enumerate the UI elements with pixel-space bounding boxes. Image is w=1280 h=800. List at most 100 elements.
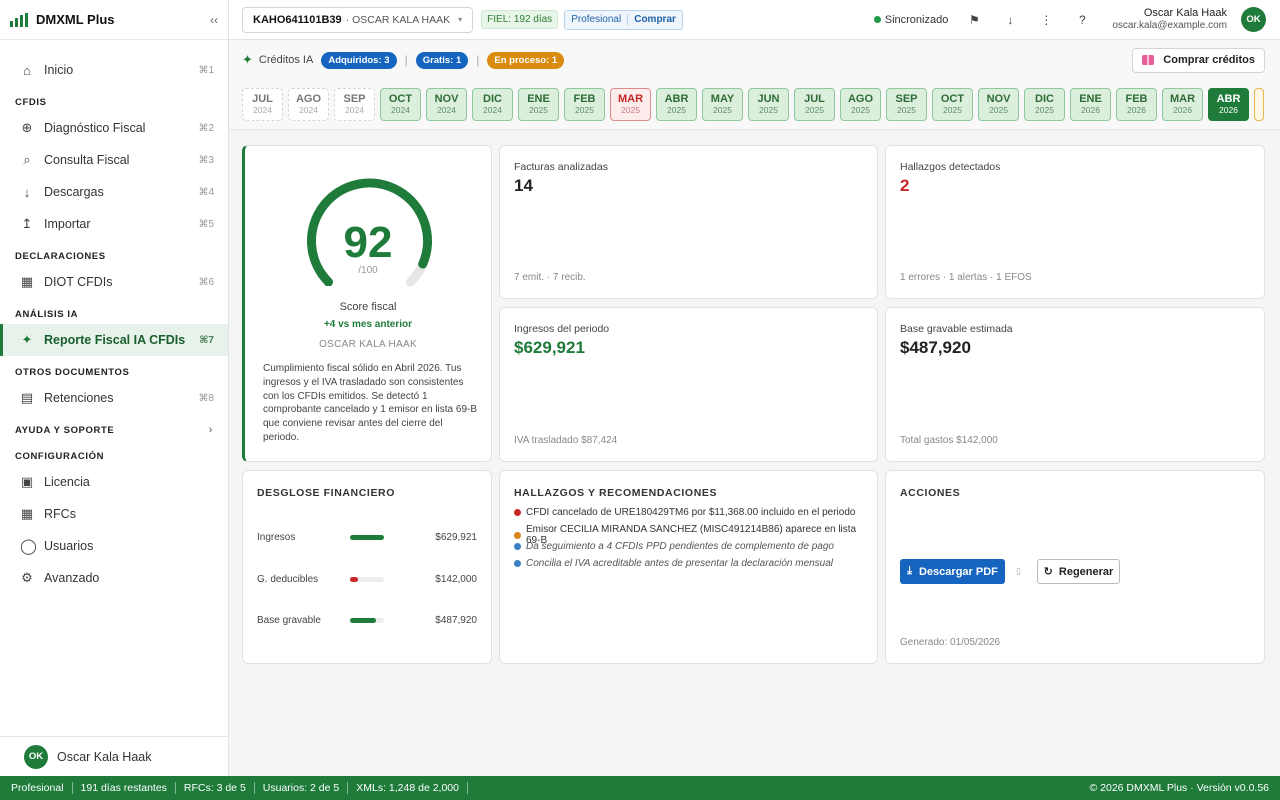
sidebar-item-importar[interactable]: ↥ Importar ⌘5: [0, 208, 228, 240]
avatar: OK: [1241, 7, 1266, 32]
download-pdf-button[interactable]: ⤓ Descargar PDF: [900, 559, 1005, 584]
plan-buy-link[interactable]: Comprar: [627, 14, 682, 25]
stat-title: Hallazgos detectados: [900, 161, 1001, 173]
sidebar-section-title: DECLARACIONES: [0, 246, 228, 266]
month-chip[interactable]: ENE 2025: [518, 88, 559, 121]
month-chip-next[interactable]: [1254, 88, 1264, 121]
month-label: SEP: [895, 93, 918, 106]
flag-icon[interactable]: ⚑: [956, 13, 992, 27]
month-chip[interactable]: ABR 2026: [1208, 88, 1249, 121]
month-label: FEB: [1125, 93, 1148, 106]
regenerate-button[interactable]: ↻ Regenerar: [1037, 559, 1120, 584]
month-chip[interactable]: ABR 2025: [656, 88, 697, 121]
status-rfcs: RFCs: 3 de 5: [176, 782, 255, 794]
sync-label: Sincronizado: [884, 13, 949, 26]
month-label: OCT: [940, 93, 965, 106]
sidebar-item-avanzado[interactable]: ⚙ Avanzado: [0, 562, 228, 594]
chevron-down-icon: ▾: [458, 15, 463, 24]
month-chip[interactable]: JUL 2025: [794, 88, 835, 121]
buy-credits-button[interactable]: Comprar créditos: [1132, 47, 1265, 73]
user-avatar[interactable]: OK: [1241, 7, 1266, 32]
month-label: OCT: [388, 93, 413, 106]
shortcut-hint: ⌘5: [198, 218, 214, 230]
grid-icon: ▦: [20, 274, 34, 289]
month-chip[interactable]: JUL 2024: [242, 88, 283, 121]
section-label: OTROS DOCUMENTOS: [15, 366, 130, 378]
breakdown-row: Base gravable $487,920: [257, 613, 477, 627]
sidebar-item-licencia[interactable]: ▣ Licencia: [0, 466, 228, 498]
month-year: 2024: [253, 105, 272, 116]
sidebar-item-retenciones[interactable]: ▤ Retenciones ⌘8: [0, 382, 228, 414]
month-year: 2025: [529, 105, 548, 116]
sidebar-item-descargas[interactable]: ↓ Descargas ⌘4: [0, 176, 228, 208]
sidebar-section-title[interactable]: AYUDA Y SOPORTE ›: [0, 420, 228, 440]
status-version: © 2026 DMXML Plus · Versión v0.0.56: [1089, 782, 1269, 794]
sidebar-item-consulta-fiscal[interactable]: ⌕ Consulta Fiscal ⌘3: [0, 144, 228, 176]
stat-foot: 1 errores · 1 alertas · 1 EFOS: [900, 272, 1032, 283]
month-chip[interactable]: FEB 2026: [1116, 88, 1157, 121]
month-chip[interactable]: NOV 2025: [978, 88, 1019, 121]
sidebar-item-label: Importar: [44, 217, 91, 231]
month-chip[interactable]: FEB 2025: [564, 88, 605, 121]
fiel-badge: FIEL: 192 días: [481, 10, 559, 29]
sidebar-item-diot-cfdis[interactable]: ▦ DIOT CFDIs ⌘6: [0, 266, 228, 298]
month-chip[interactable]: OCT 2025: [932, 88, 973, 121]
stat-hallazgos: Hallazgos detectados 2 1 errores · 1 ale…: [885, 145, 1265, 299]
sidebar-item-label: Descargas: [44, 185, 104, 199]
month-chip[interactable]: DIC 2025: [1024, 88, 1065, 121]
sidebar-item-label: Usuarios: [44, 539, 94, 553]
collapse-sidebar-icon[interactable]: ‹‹: [210, 13, 218, 27]
month-chip[interactable]: JUN 2025: [748, 88, 789, 121]
breakdown-row: Ingresos $629,921: [257, 530, 477, 544]
chevron-right-icon: ›: [208, 424, 213, 436]
month-year: 2024: [299, 105, 318, 116]
sidebar-item-rfcs[interactable]: ▦ RFCs: [0, 498, 228, 530]
plan-name: Profesional: [571, 14, 622, 25]
month-label: DIC: [1035, 93, 1054, 106]
help-icon[interactable]: ?: [1064, 13, 1100, 27]
month-chip[interactable]: MAY 2025: [702, 88, 743, 121]
more-icon[interactable]: ⋮: [1028, 13, 1064, 27]
sidebar-item-inicio[interactable]: ⌂ Inicio ⌘1: [0, 54, 228, 86]
month-chip[interactable]: SEP 2024: [334, 88, 375, 121]
month-year: 2026: [1081, 105, 1100, 116]
refresh-icon: ↻: [1043, 566, 1053, 578]
breakdown-card: DESGLOSE FINANCIERO Ingresos $629,921 G. d…: [242, 470, 492, 664]
findings-title: HALLAZGOS Y RECOMENDACIONES: [514, 487, 718, 499]
breakdown-amount: $142,000: [435, 573, 477, 585]
divider: |: [404, 53, 408, 67]
section-label: DECLARACIONES: [15, 250, 106, 262]
month-chip[interactable]: AGO 2024: [288, 88, 329, 121]
download-icon[interactable]: ↓: [992, 13, 1028, 27]
rfc-selector[interactable]: KAHO641101B39 · OSCAR KALA HAAK ▾: [242, 6, 474, 33]
sidebar-item-usuarios[interactable]: ◯ Usuarios: [0, 530, 228, 562]
sidebar-item-label: Inicio: [44, 63, 74, 77]
sidebar-item-label: Reporte Fiscal IA CFDIs: [44, 333, 186, 347]
sidebar-item-reporte-fiscal-ia-cfdis[interactable]: ✦ Reporte Fiscal IA CFDIs ⌘7: [0, 324, 228, 356]
breakdown-label: Ingresos: [257, 531, 296, 543]
breakdown-bar-fill: [350, 534, 384, 540]
sidebar-user-name: Oscar Kala Haak: [57, 749, 152, 764]
stat-title: Facturas analizadas: [514, 161, 608, 173]
month-chip[interactable]: DIC 2024: [472, 88, 513, 121]
user-info[interactable]: Oscar Kala Haak oscar.kala@example.com: [1112, 7, 1227, 31]
month-label: JUL: [252, 93, 273, 106]
month-chip[interactable]: SEP 2025: [886, 88, 927, 121]
month-chip[interactable]: AGO 2025: [840, 88, 881, 121]
score-delta: +4 vs mes anterior: [323, 319, 413, 330]
sidebar-item-diagn-stico-fiscal[interactable]: ⊕ Diagnóstico Fiscal ⌘2: [0, 112, 228, 144]
month-chip[interactable]: ENE 2026: [1070, 88, 1111, 121]
shortcut-hint: ⌘4: [198, 186, 214, 198]
month-chip[interactable]: OCT 2024: [380, 88, 421, 121]
month-chip[interactable]: MAR 2026: [1162, 88, 1203, 121]
month-chip[interactable]: NOV 2024: [426, 88, 467, 121]
app-name: DMXML Plus: [36, 12, 115, 27]
download-icon: ↓: [23, 184, 31, 200]
month-selector: JUL 2024 AGO 2024 SEP 2024 OCT 2024 NOV 2024 DIC 20…: [229, 80, 1280, 130]
buy-credits-label: Comprar créditos: [1163, 54, 1255, 66]
stat-value: 14: [514, 176, 533, 195]
month-chip[interactable]: MAR 2025: [610, 88, 651, 121]
sidebar-user[interactable]: OK Oscar Kala Haak: [0, 736, 228, 776]
sync-status: Sincronizado: [873, 13, 949, 26]
stat-title: Base gravable estimada: [900, 323, 1013, 335]
